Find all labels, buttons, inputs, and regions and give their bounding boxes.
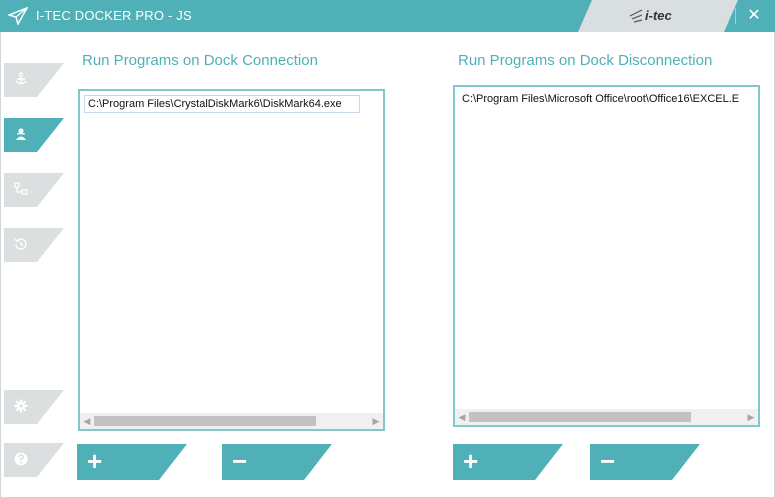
title-separator <box>735 8 736 24</box>
anchor-icon <box>15 72 27 85</box>
title-bar: I-TEC DOCKER PRO - JS i-tec ✕ <box>0 0 775 32</box>
plus-icon: + <box>87 446 103 476</box>
list-item[interactable]: C:\Program Files\Microsoft Office\root\O… <box>459 91 759 107</box>
minus-icon: − <box>600 446 616 476</box>
scroll-left-arrow-icon[interactable]: ◀ <box>80 413 94 429</box>
scroll-left-arrow-icon[interactable]: ◀ <box>455 409 469 425</box>
scroll-thumb[interactable] <box>94 416 316 426</box>
network-icon <box>14 182 28 195</box>
scroll-right-arrow-icon[interactable]: ▶ <box>369 413 383 429</box>
gear-icon <box>14 399 28 413</box>
app-logo-icon <box>8 7 28 25</box>
close-button[interactable]: ✕ <box>742 4 766 28</box>
list-item[interactable]: C:\Program Files\CrystalDiskMark6\DiskMa… <box>84 95 360 113</box>
disconnect-horizontal-scrollbar[interactable]: ◀ ▶ <box>455 409 758 425</box>
minus-icon: − <box>232 446 248 476</box>
window-title: I-TEC DOCKER PRO - JS <box>36 8 192 23</box>
brand-name: i-tec <box>645 8 672 23</box>
connect-program-list[interactable]: C:\Program Files\CrystalDiskMark6\DiskMa… <box>78 89 385 431</box>
connect-section-title: Run Programs on Dock Connection <box>82 52 318 69</box>
disconnect-section-title: Run Programs on Dock Disconnection <box>458 52 713 69</box>
connect-horizontal-scrollbar[interactable]: ◀ ▶ <box>80 413 383 429</box>
user-icon <box>16 128 26 140</box>
disconnect-program-list[interactable]: C:\Program Files\Microsoft Office\root\O… <box>453 85 760 427</box>
scroll-right-arrow-icon[interactable]: ▶ <box>744 409 758 425</box>
scroll-thumb[interactable] <box>469 412 691 422</box>
plus-icon: + <box>463 446 479 476</box>
history-icon <box>14 238 27 250</box>
help-icon <box>14 452 28 466</box>
